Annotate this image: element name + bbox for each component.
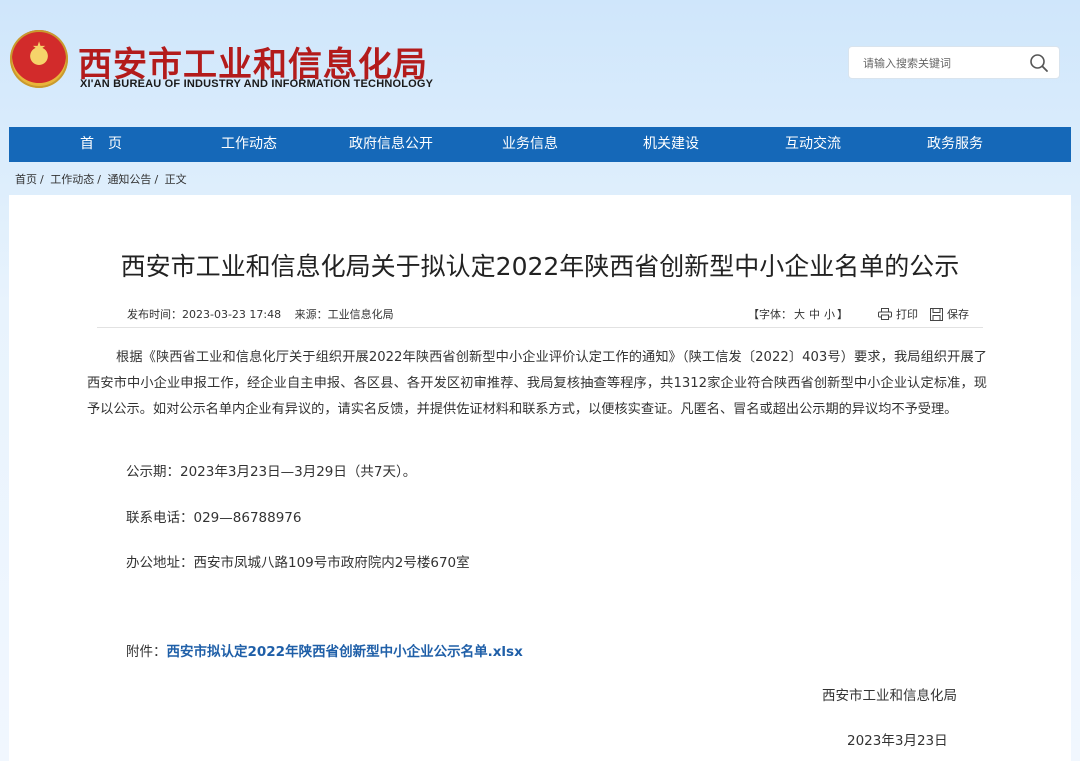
search-box <box>848 46 1060 79</box>
signature: 西安市工业和信息化局 <box>822 688 957 704</box>
breadcrumb-notices[interactable]: 通知公告 <box>107 173 151 186</box>
font-size-control: 【字体：大中小】 <box>748 306 848 322</box>
notice-period: 公示期：2023年3月23日—3月29日（共7天）。 <box>126 464 417 480</box>
print-label: 打印 <box>896 308 918 321</box>
main-nav: 首 页 工作动态 政府信息公开 业务信息 机关建设 互动交流 政务服务 <box>9 127 1071 162</box>
font-small-button[interactable]: 小 <box>824 308 835 321</box>
breadcrumb: 首页 / 工作动态 / 通知公告 / 正文 <box>15 171 187 187</box>
nav-item-interaction[interactable]: 互动交流 <box>773 127 853 162</box>
article-title: 西安市工业和信息化局关于拟认定2022年陕西省创新型中小企业名单的公示 <box>120 252 960 281</box>
national-emblem-icon <box>10 30 68 88</box>
save-icon <box>930 307 943 321</box>
publish-time-value: 2023-03-23 17:48 <box>182 308 282 321</box>
nav-item-work-news[interactable]: 工作动态 <box>209 127 289 162</box>
font-label-close: 】 <box>837 308 848 321</box>
publish-time-label: 发布时间： <box>127 308 182 321</box>
font-large-button[interactable]: 大 <box>794 308 805 321</box>
article-tools: 【字体：大中小】 打印 保存 <box>748 306 969 322</box>
save-button[interactable]: 保存 <box>930 306 969 322</box>
nav-item-business-info[interactable]: 业务信息 <box>490 127 570 162</box>
nav-item-gov-info[interactable]: 政府信息公开 <box>336 127 446 162</box>
breadcrumb-work-news[interactable]: 工作动态 <box>50 173 94 186</box>
article-container: 西安市工业和信息化局关于拟认定2022年陕西省创新型中小企业名单的公示 发布时间… <box>9 195 1071 761</box>
article-paragraph: 根据《陕西省工业和信息化厅关于组织开展2022年陕西省创新型中小企业评价认定工作… <box>87 350 987 417</box>
site-header: 西安市工业和信息化局 XI'AN BUREAU OF INDUSTRY AND … <box>0 0 1080 126</box>
font-label-open: 【字体： <box>748 308 792 321</box>
print-button[interactable]: 打印 <box>878 306 918 322</box>
attachment-label: 附件： <box>126 644 167 660</box>
source-label: 来源： <box>294 308 328 321</box>
printer-icon <box>878 308 892 320</box>
search-icon[interactable] <box>1029 53 1049 73</box>
nav-item-gov-services[interactable]: 政务服务 <box>915 127 995 162</box>
search-input[interactable] <box>863 54 1023 72</box>
breadcrumb-current: 正文 <box>164 173 187 186</box>
site-subtitle: XI'AN BUREAU OF INDUSTRY AND INFORMATION… <box>80 78 434 90</box>
article-body: 根据《陕西省工业和信息化厅关于组织开展2022年陕西省创新型中小企业评价认定工作… <box>87 345 987 423</box>
source-value: 工业信息化局 <box>327 308 394 321</box>
breadcrumb-home[interactable]: 首页 <box>15 173 37 186</box>
breadcrumb-separator: / <box>154 173 159 186</box>
font-medium-button[interactable]: 中 <box>809 308 820 321</box>
save-label: 保存 <box>947 308 969 321</box>
office-address: 办公地址：西安市凤城八路109号市政府院内2号楼670室 <box>126 555 470 571</box>
breadcrumb-separator: / <box>40 173 44 186</box>
source: 来源：工业信息化局 <box>295 308 394 321</box>
contact-phone: 联系电话：029—86788976 <box>126 510 302 526</box>
attachment: 附件：西安市拟认定2022年陕西省创新型中小企业公示名单.xlsx <box>126 640 523 660</box>
nav-item-home[interactable]: 首 页 <box>71 127 131 162</box>
breadcrumb-separator: / <box>97 173 101 186</box>
article-meta: 发布时间：2023-03-23 17:48 来源：工业信息化局 <box>127 306 404 322</box>
nav-item-organ-building[interactable]: 机关建设 <box>631 127 711 162</box>
publish-time: 发布时间：2023-03-23 17:48 <box>127 308 281 321</box>
article-meta-bar: 发布时间：2023-03-23 17:48 来源：工业信息化局 【字体：大中小】… <box>97 302 983 328</box>
attachment-link[interactable]: 西安市拟认定2022年陕西省创新型中小企业公示名单.xlsx <box>167 644 523 660</box>
signature-date: 2023年3月23日 <box>847 733 948 749</box>
